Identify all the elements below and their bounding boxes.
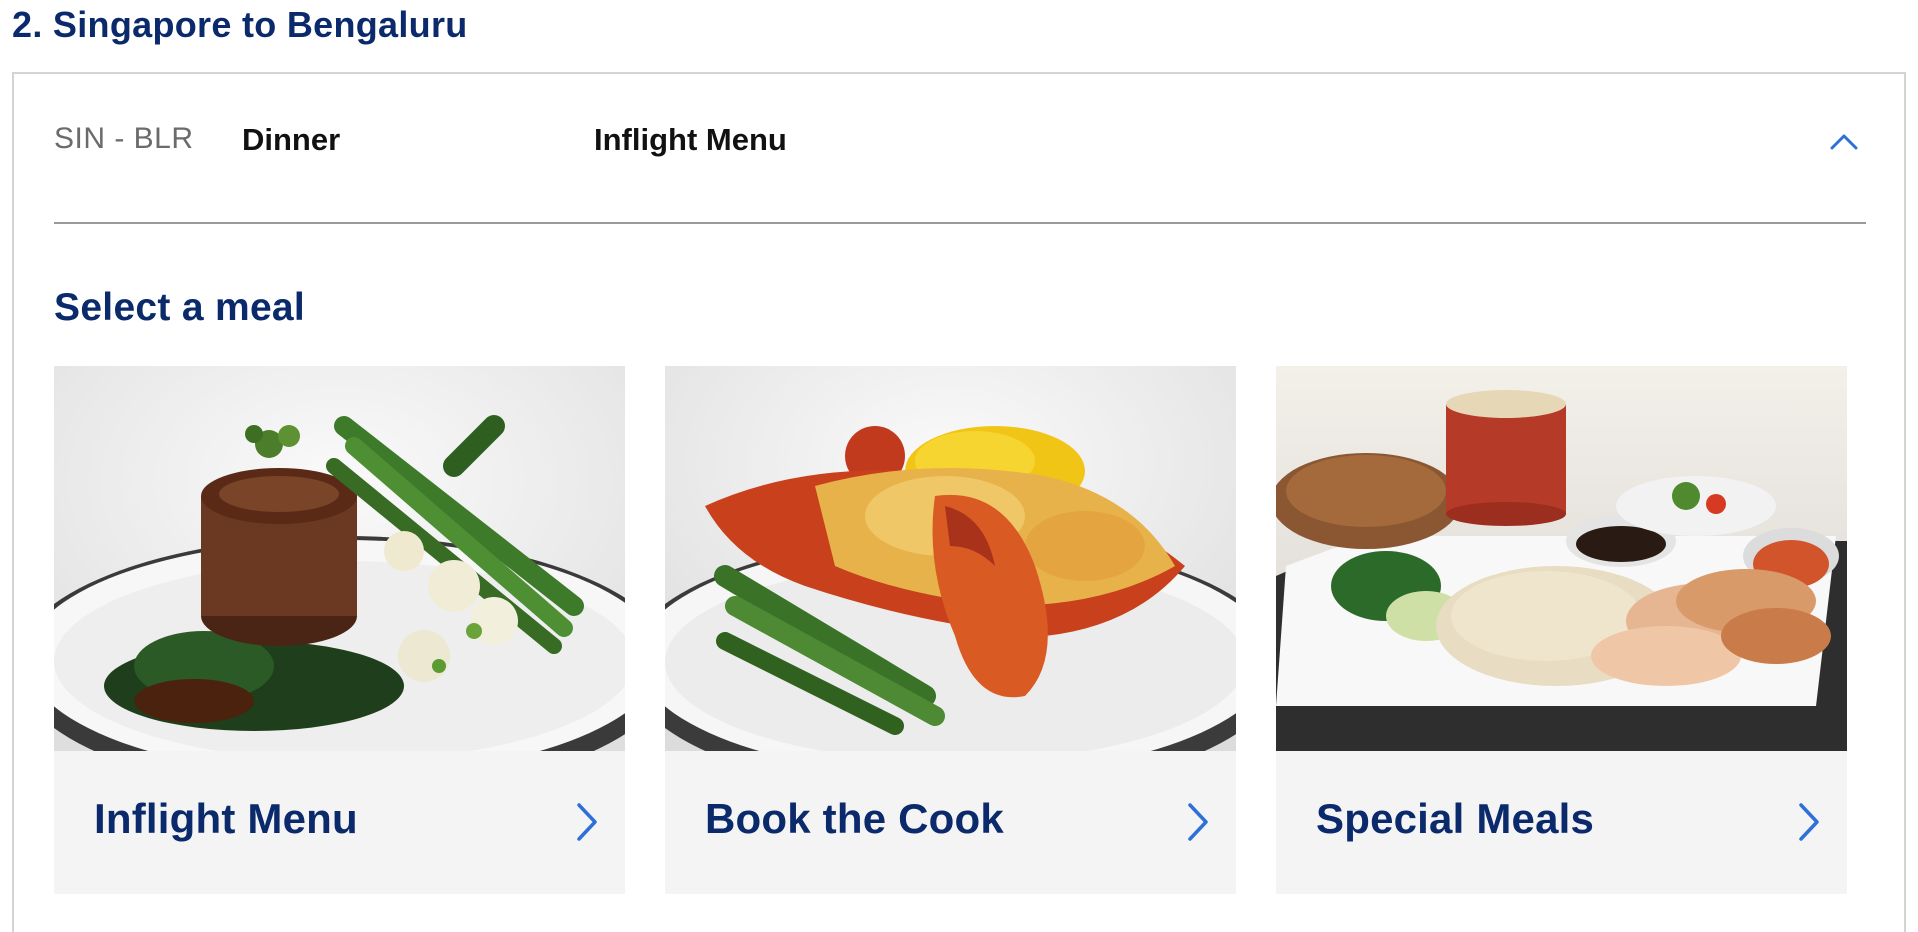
page-title: 2. Singapore to Bengaluru	[12, 4, 468, 45]
meal-card-inflight-menu[interactable]: Inflight Menu	[54, 366, 625, 894]
section-title: Select a meal	[54, 286, 306, 329]
chevron-right-icon	[571, 799, 601, 845]
chicken-rice-tray-image	[1276, 366, 1847, 751]
chevron-right-icon	[1182, 799, 1212, 845]
meal-card-footer: Inflight Menu	[54, 751, 625, 894]
leg-meal-type: Dinner	[242, 122, 341, 157]
flight-leg-panel: SIN - BLR Dinner Inflight Menu Select a …	[12, 72, 1906, 932]
meal-card-label: Book the Cook	[705, 795, 1004, 842]
chevron-up-icon[interactable]	[1824, 122, 1864, 162]
leg-menu-name: Inflight Menu	[594, 122, 787, 157]
meal-card-label: Inflight Menu	[94, 795, 358, 842]
meal-card-book-the-cook[interactable]: Book the Cook	[665, 366, 1236, 894]
meal-card-footer: Special Meals	[1276, 751, 1847, 894]
meal-card-label: Special Meals	[1316, 795, 1595, 842]
leg-route: SIN - BLR	[54, 122, 194, 155]
meal-card-footer: Book the Cook	[665, 751, 1236, 894]
chevron-right-icon	[1793, 799, 1823, 845]
leg-summary-row[interactable]: SIN - BLR Dinner Inflight Menu	[54, 122, 1868, 168]
divider	[54, 222, 1866, 224]
lobster-thermidor-dish-image	[665, 366, 1236, 751]
beef-fillet-dish-image	[54, 366, 625, 751]
meal-card-special-meals[interactable]: Special Meals	[1276, 366, 1847, 894]
